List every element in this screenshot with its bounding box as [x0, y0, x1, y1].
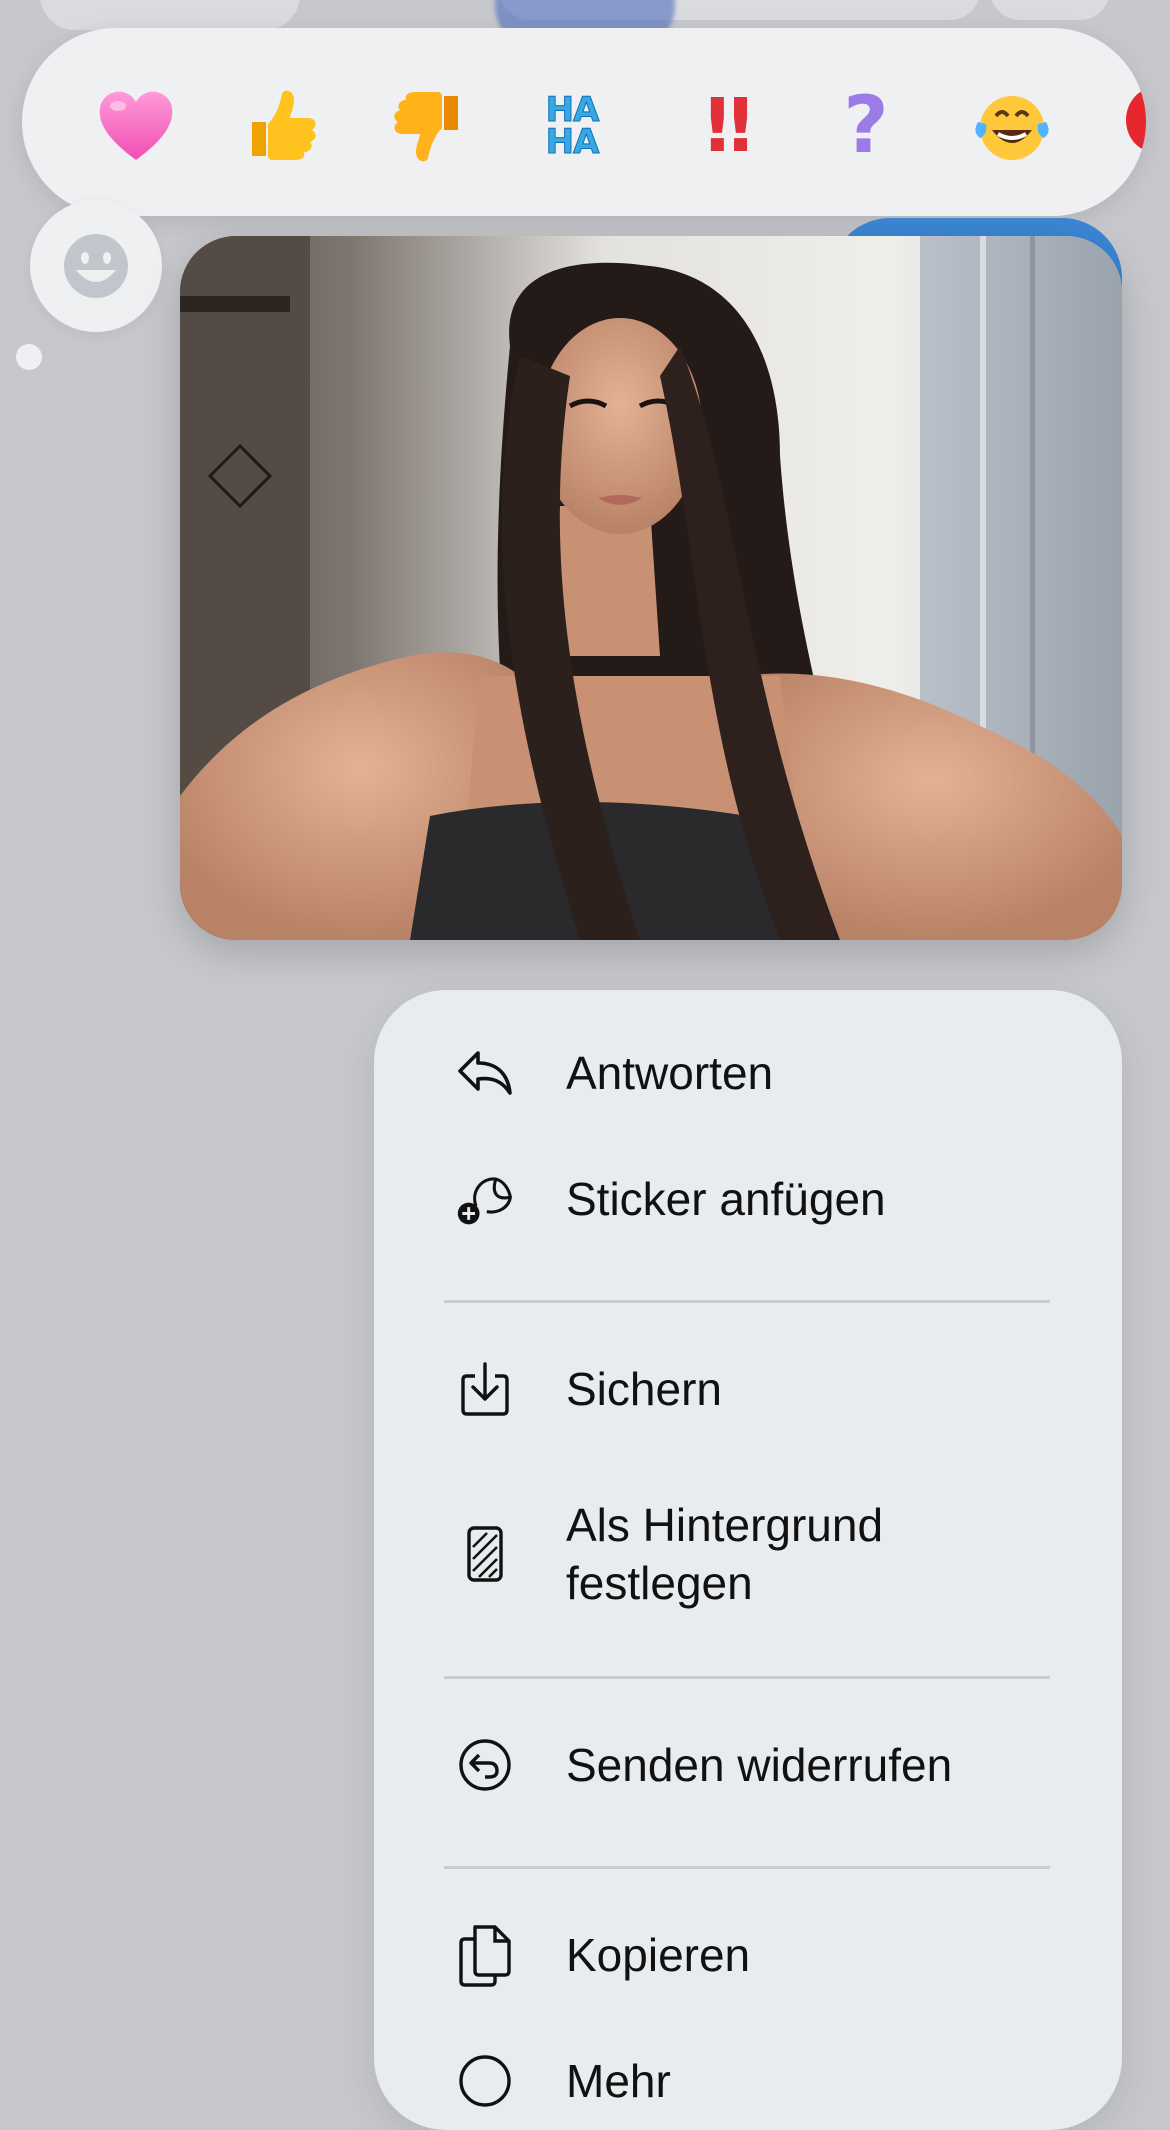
save-icon	[456, 1360, 514, 1418]
selfie-photo[interactable]	[180, 236, 1122, 940]
reaction-thumbs-down[interactable]	[386, 84, 470, 168]
wallpaper-icon	[456, 1525, 514, 1583]
reaction-question[interactable]: ?	[824, 84, 908, 168]
menu-item-undo-send[interactable]: Senden widerrufen	[374, 1736, 1122, 1794]
menu-item-reply[interactable]: Antworten	[374, 1044, 1122, 1102]
balloon-icon	[1126, 89, 1146, 151]
reaction-thumbs-up[interactable]	[240, 84, 324, 168]
background-blur-right	[990, 0, 1110, 20]
reply-icon	[456, 1044, 514, 1102]
heart-icon	[99, 91, 173, 160]
menu-item-label: Senden widerrufen	[566, 1739, 953, 1791]
menu-item-more[interactable]: Mehr	[374, 2052, 1122, 2110]
question-icon: ?	[843, 81, 889, 171]
tapback-reaction-bar: HA HA ‼ ?	[22, 28, 1146, 216]
menu-separator	[444, 1676, 1050, 1679]
menu-item-label: Mehr	[566, 2055, 671, 2107]
menu-item-label: Sticker anfügen	[566, 1173, 886, 1225]
context-menu: Antworten Sticker anfügen Sichern Als Hi…	[374, 990, 1122, 2130]
reaction-haha[interactable]: HA HA	[530, 84, 614, 168]
copy-icon	[456, 1925, 514, 1987]
smiley-face-icon	[64, 234, 128, 298]
reaction-exclamation[interactable]: ‼	[678, 84, 762, 168]
more-icon	[456, 2052, 514, 2110]
menu-item-label-line2: festlegen	[566, 1557, 753, 1609]
menu-item-copy[interactable]: Kopieren	[374, 1925, 1122, 1987]
menu-item-label: Als Hintergrund	[566, 1499, 884, 1551]
bubble-tail-dot	[16, 344, 42, 370]
exclamation-icon: ‼	[705, 83, 753, 169]
thumbs-up-icon	[252, 90, 316, 160]
reaction-laughing[interactable]	[970, 84, 1054, 168]
menu-item-add-sticker[interactable]: Sticker anfügen	[374, 1170, 1122, 1228]
menu-item-label: Sichern	[566, 1363, 722, 1415]
reaction-balloon[interactable]	[1112, 84, 1146, 168]
haha-icon: HA HA	[545, 90, 600, 162]
reaction-heart[interactable]	[94, 84, 178, 168]
photo-image	[180, 236, 1122, 940]
sticker-add-icon	[456, 1170, 514, 1228]
menu-separator	[444, 1866, 1050, 1869]
laughing-face-icon	[975, 96, 1049, 160]
undo-send-icon	[456, 1736, 514, 1794]
thumbs-down-icon	[394, 92, 458, 162]
menu-item-set-wallpaper[interactable]: Als Hintergrund festlegen	[374, 1496, 1122, 1612]
menu-item-label: Antworten	[566, 1047, 774, 1099]
emoji-picker-button[interactable]	[30, 200, 162, 332]
background-blur-left	[40, 0, 300, 30]
menu-item-label: Kopieren	[566, 1929, 751, 1981]
menu-item-save[interactable]: Sichern	[374, 1360, 1122, 1418]
menu-separator	[444, 1300, 1050, 1303]
